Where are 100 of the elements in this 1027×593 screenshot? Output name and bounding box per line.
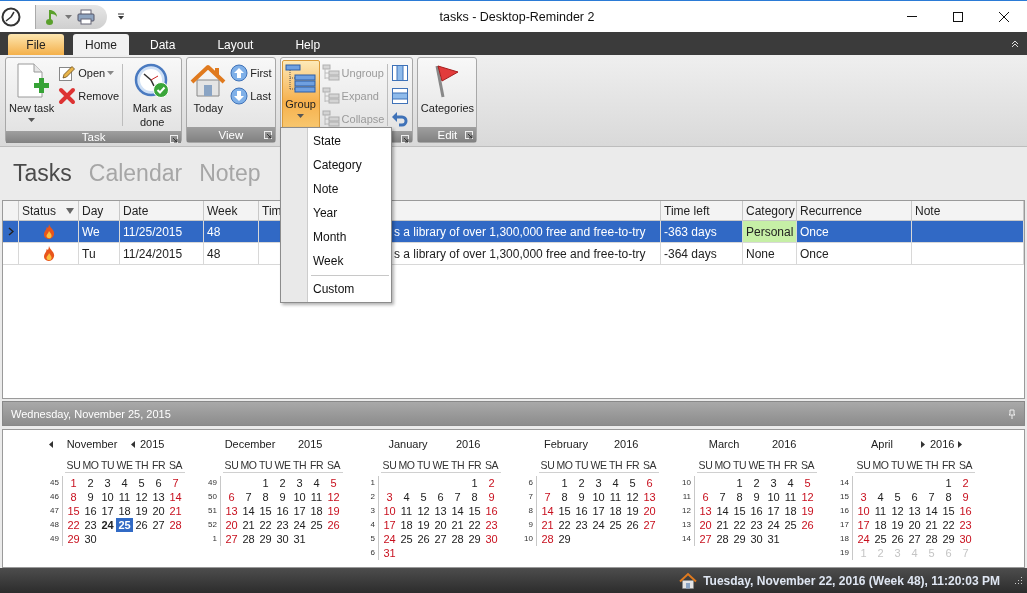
menu-item[interactable]: Month — [281, 225, 391, 249]
year-label[interactable]: 2015 — [297, 438, 323, 450]
day-cell[interactable]: 20 — [641, 504, 658, 518]
ribbon-button[interactable]: Mark as done — [124, 60, 181, 130]
day-cell[interactable]: 2 — [483, 476, 500, 490]
day-cell[interactable]: 7 — [923, 490, 940, 504]
day-cell[interactable]: 2 — [748, 476, 765, 490]
day-cell[interactable]: 17 — [590, 504, 607, 518]
day-cell[interactable]: 1 — [940, 476, 957, 490]
ribbon-tab[interactable]: Home — [73, 34, 129, 55]
day-cell[interactable]: 8 — [466, 490, 483, 504]
ribbon-button[interactable]: Categories — [419, 60, 476, 126]
day-cell[interactable]: 28 — [167, 518, 184, 532]
day-cell[interactable]: 8 — [556, 490, 573, 504]
day-cell[interactable]: 22 — [466, 518, 483, 532]
day-cell[interactable]: 2 — [82, 476, 99, 490]
menu-item[interactable]: Year — [281, 201, 391, 225]
column-header[interactable]: Time left — [661, 201, 743, 220]
day-cell[interactable]: 10 — [99, 490, 116, 504]
day-cell[interactable]: 22 — [556, 518, 573, 532]
day-cell[interactable]: 12 — [415, 504, 432, 518]
day-cell[interactable]: 16 — [573, 504, 590, 518]
day-cell[interactable]: 19 — [889, 518, 906, 532]
day-cell[interactable]: 6 — [432, 490, 449, 504]
menu-item[interactable]: Week — [281, 249, 391, 273]
day-cell[interactable]: 4 — [607, 476, 624, 490]
menu-item[interactable]: State — [281, 129, 391, 153]
day-cell[interactable]: 15 — [466, 504, 483, 518]
day-cell[interactable]: 25 — [116, 518, 133, 532]
day-cell[interactable]: 3 — [381, 490, 398, 504]
day-cell[interactable]: 8 — [65, 490, 82, 504]
day-cell[interactable]: 17 — [291, 504, 308, 518]
day-cell[interactable]: 24 — [855, 532, 872, 546]
day-cell[interactable]: 23 — [483, 518, 500, 532]
day-cell[interactable]: 3 — [590, 476, 607, 490]
ribbon-button[interactable]: New task — [7, 60, 57, 130]
day-cell[interactable]: 25 — [607, 518, 624, 532]
day-cell[interactable]: 16 — [274, 504, 291, 518]
day-cell[interactable]: 9 — [957, 490, 974, 504]
column-header[interactable]: Note — [912, 201, 1024, 220]
year-label[interactable]: 2015 — [139, 438, 165, 450]
day-cell[interactable]: 24 — [99, 518, 116, 532]
day-cell[interactable]: 18 — [607, 504, 624, 518]
day-cell[interactable]: 25 — [398, 532, 415, 546]
day-cell[interactable]: 30 — [748, 532, 765, 546]
month-name[interactable]: March — [708, 438, 740, 450]
ribbon-tab[interactable]: Help — [274, 34, 342, 55]
day-cell[interactable]: 29 — [65, 532, 82, 546]
day-cell[interactable]: 26 — [799, 518, 816, 532]
day-cell[interactable]: 28 — [923, 532, 940, 546]
day-cell[interactable]: 1 — [65, 476, 82, 490]
day-cell[interactable]: 29 — [466, 532, 483, 546]
ribbon-button[interactable]: Remove — [56, 85, 122, 107]
day-cell[interactable]: 1 — [731, 476, 748, 490]
day-cell[interactable]: 9 — [82, 490, 99, 504]
day-cell[interactable]: 11 — [607, 490, 624, 504]
day-cell[interactable]: 28 — [449, 532, 466, 546]
column-header[interactable]: Category — [743, 201, 797, 220]
day-cell[interactable]: 30 — [274, 532, 291, 546]
day-cell[interactable]: 27 — [432, 532, 449, 546]
day-cell[interactable]: 28 — [240, 532, 257, 546]
day-cell[interactable]: 15 — [731, 504, 748, 518]
day-cell[interactable]: 21 — [539, 518, 556, 532]
day-cell[interactable]: 23 — [573, 518, 590, 532]
day-cell[interactable]: 26 — [325, 518, 342, 532]
ribbon-button[interactable]: Group — [281, 60, 320, 130]
day-cell[interactable]: 29 — [731, 532, 748, 546]
day-cell[interactable]: 5 — [133, 476, 150, 490]
day-cell[interactable]: 15 — [940, 504, 957, 518]
day-cell[interactable]: 27 — [641, 518, 658, 532]
menu-item[interactable]: Category — [281, 153, 391, 177]
day-cell[interactable]: 20 — [150, 504, 167, 518]
day-cell[interactable]: 23 — [82, 518, 99, 532]
column-header[interactable]: Week — [204, 201, 259, 220]
day-cell[interactable]: 19 — [325, 504, 342, 518]
day-cell[interactable]: 4 — [782, 476, 799, 490]
day-cell[interactable]: 12 — [624, 490, 641, 504]
day-cell[interactable]: 23 — [274, 518, 291, 532]
day-cell[interactable]: 7 — [714, 490, 731, 504]
day-cell[interactable]: 3 — [99, 476, 116, 490]
day-cell[interactable]: 14 — [714, 504, 731, 518]
day-cell[interactable]: 29 — [556, 532, 573, 546]
day-cell[interactable]: 19 — [799, 504, 816, 518]
day-cell[interactable]: 12 — [799, 490, 816, 504]
day-cell[interactable]: 10 — [765, 490, 782, 504]
day-cell[interactable]: 13 — [906, 504, 923, 518]
day-cell[interactable]: 10 — [855, 504, 872, 518]
day-cell[interactable]: 15 — [65, 504, 82, 518]
day-cell[interactable]: 15 — [556, 504, 573, 518]
day-cell[interactable]: 7 — [167, 476, 184, 490]
ribbon-button[interactable]: Today — [188, 60, 229, 126]
day-cell[interactable]: 11 — [872, 504, 889, 518]
day-cell[interactable]: 19 — [133, 504, 150, 518]
day-cell[interactable]: 17 — [381, 518, 398, 532]
day-cell[interactable]: 22 — [731, 518, 748, 532]
day-cell[interactable]: 9 — [573, 490, 590, 504]
day-cell[interactable]: 4 — [872, 490, 889, 504]
day-cell[interactable]: 1 — [466, 476, 483, 490]
day-cell[interactable]: 21 — [923, 518, 940, 532]
day-cell[interactable]: 14 — [449, 504, 466, 518]
